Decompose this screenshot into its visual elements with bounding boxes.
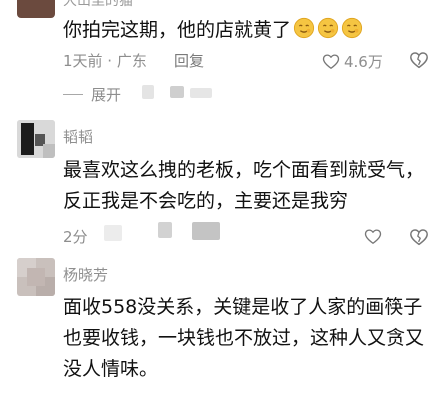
heart-icon[interactable]	[364, 228, 382, 245]
grimace-emoji-icon	[293, 17, 315, 39]
comment-text: 最喜欢这么拽的老板，吃个面看到就受气，反正我是不会吃的，主要还是我穷	[63, 159, 425, 212]
avatar-image	[17, 120, 55, 158]
comment-text: 你拍完这期，他的店就黄了	[63, 16, 363, 44]
grimace-emoji-icon	[317, 17, 339, 39]
expand-replies-button[interactable]: 展开	[63, 84, 121, 105]
comment-username[interactable]: 大山里的猫	[63, 0, 133, 8]
comment-username[interactable]: 韬韬	[63, 128, 93, 146]
reply-button[interactable]: 回复	[174, 52, 204, 70]
comment-text: 面收558没关系，关键是收了人家的画筷子也要收钱，一块钱也不放过，这种人又贪又没…	[63, 296, 425, 380]
pixelated-redaction	[142, 85, 154, 99]
heart-icon	[322, 54, 340, 69]
expand-label: 展开	[91, 86, 122, 104]
avatar-image	[17, 258, 55, 296]
broken-heart-icon[interactable]	[409, 51, 429, 69]
comment-time-location: 1天前 · 广东	[63, 52, 147, 70]
pixelated-redaction	[170, 86, 184, 98]
pixelated-redaction	[192, 222, 220, 240]
avatar[interactable]	[17, 120, 55, 158]
comment-time: 2分	[63, 228, 88, 246]
grimace-emoji-icon	[341, 17, 363, 39]
like-button[interactable]: 4.6万	[322, 51, 383, 72]
divider-line	[63, 94, 83, 95]
avatar[interactable]	[17, 258, 55, 296]
broken-heart-icon[interactable]	[409, 228, 429, 246]
pixelated-redaction	[104, 225, 122, 241]
like-count: 4.6万	[344, 53, 383, 71]
pixelated-redaction	[190, 88, 212, 98]
comment-username[interactable]: 杨晓芳	[63, 266, 108, 284]
pixelated-redaction	[158, 222, 172, 238]
comment-text-content: 你拍完这期，他的店就黄了	[63, 19, 292, 41]
avatar[interactable]	[17, 0, 55, 18]
